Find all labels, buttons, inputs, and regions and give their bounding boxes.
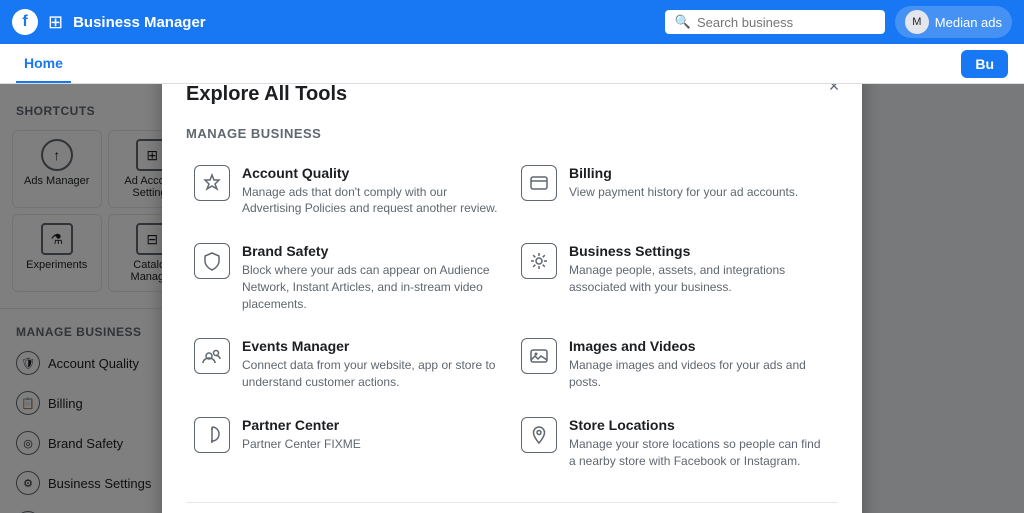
modal-title: Explore All Tools — [186, 84, 838, 106]
tool-text: Business Settings Manage people, assets,… — [569, 243, 830, 296]
search-icon: 🔍 — [675, 14, 691, 30]
tool-brand-safety[interactable]: Brand Safety Block where your ads can ap… — [186, 231, 511, 324]
store-locations-icon — [521, 417, 557, 453]
sec-nav-right: Bu — [961, 50, 1008, 78]
tool-account-quality[interactable]: Account Quality Manage ads that don't co… — [186, 153, 511, 230]
top-nav-right: M Median ads — [895, 6, 1012, 38]
search-bar: 🔍 — [665, 10, 885, 34]
cta-button[interactable]: Bu — [961, 50, 1008, 78]
app-title: Business Manager — [73, 14, 206, 31]
tool-images-videos[interactable]: Images and Videos Manage images and vide… — [513, 326, 838, 403]
tool-billing[interactable]: Billing View payment history for your ad… — [513, 153, 838, 230]
top-nav: f ⊞ Business Manager 🔍 M Median ads — [0, 0, 1024, 44]
search-input[interactable] — [697, 15, 875, 30]
secondary-nav: Home Bu — [0, 44, 1024, 84]
avatar: M — [905, 10, 929, 34]
explore-tools-modal: × Explore All Tools Manage Business Acco… — [162, 84, 862, 513]
account-name: Median ads — [935, 15, 1002, 30]
grid-icon[interactable]: ⊞ — [48, 12, 63, 33]
images-videos-icon — [521, 338, 557, 374]
events-manager-icon — [194, 338, 230, 374]
tool-events-manager[interactable]: Events Manager Connect data from your we… — [186, 326, 511, 403]
tool-text: Brand Safety Block where your ads can ap… — [242, 243, 503, 312]
tool-text: Billing View payment history for your ad… — [569, 165, 830, 201]
tool-text: Store Locations Manage your store locati… — [569, 417, 830, 470]
tool-business-settings[interactable]: Business Settings Manage people, assets,… — [513, 231, 838, 324]
tool-text: Images and Videos Manage images and vide… — [569, 338, 830, 391]
billing-icon — [521, 165, 557, 201]
tool-store-locations[interactable]: Store Locations Manage your store locati… — [513, 405, 838, 482]
partner-center-icon — [194, 417, 230, 453]
modal-section-divider — [186, 502, 838, 503]
modal-overlay: × Explore All Tools Manage Business Acco… — [0, 84, 1024, 513]
top-nav-left: f ⊞ Business Manager — [12, 9, 655, 35]
brand-safety-icon — [194, 243, 230, 279]
account-quality-icon — [194, 165, 230, 201]
main-layout: Shortcuts ↑ Ads Manager ⊞ Ad Account Set… — [0, 84, 1024, 513]
tool-text: Events Manager Connect data from your we… — [242, 338, 503, 391]
business-settings-icon — [521, 243, 557, 279]
nav-home[interactable]: Home — [16, 45, 71, 83]
tool-partner-center[interactable]: Partner Center Partner Center FIXME — [186, 405, 511, 482]
facebook-logo: f — [12, 9, 38, 35]
tool-text: Partner Center Partner Center FIXME — [242, 417, 503, 453]
tool-text: Account Quality Manage ads that don't co… — [242, 165, 503, 218]
account-pill[interactable]: M Median ads — [895, 6, 1012, 38]
manage-business-section-title: Manage Business — [186, 126, 838, 141]
manage-business-tools-grid: Account Quality Manage ads that don't co… — [186, 153, 838, 482]
